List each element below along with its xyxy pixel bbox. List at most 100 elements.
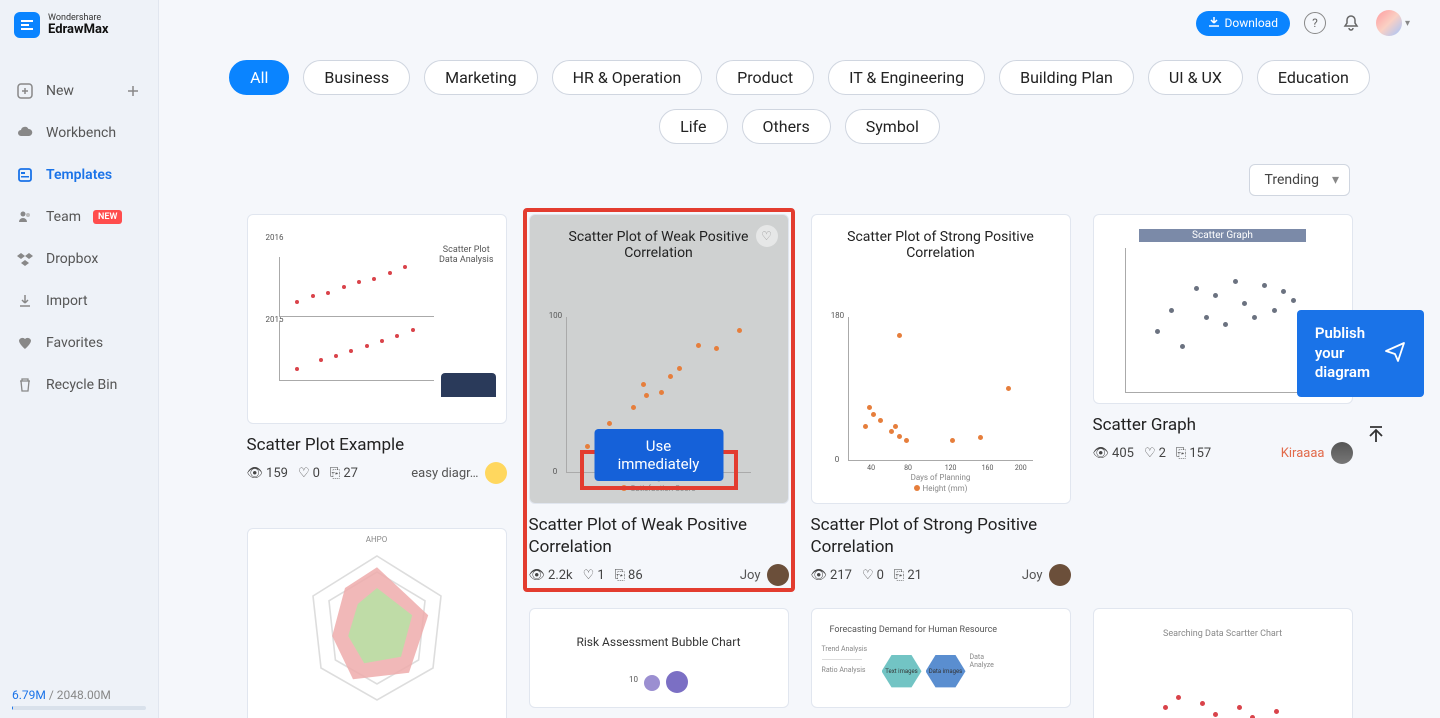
sidebar-item-favorites[interactable]: Favorites — [0, 322, 158, 364]
nav-label: Templates — [46, 167, 112, 183]
nav-label: Import — [46, 293, 88, 309]
download-button[interactable]: Download — [1196, 11, 1290, 36]
cat-education[interactable]: Education — [1257, 60, 1370, 95]
cat-hr[interactable]: HR & Operation — [552, 60, 703, 95]
card-meta: 👁405 ♡2 ⎘157 Kiraaaa — [1093, 442, 1353, 464]
author-name: Kiraaaa — [1281, 446, 1325, 461]
template-card[interactable]: Scatter Graph Scatter Graph 👁405 ♡2 ⎘157… — [1093, 214, 1353, 586]
sidebar-item-import[interactable]: Import — [0, 280, 158, 322]
send-icon — [1384, 340, 1406, 366]
cat-business[interactable]: Business — [303, 60, 410, 95]
sidebar: Wondershare EdrawMax New Workbench Templ… — [0, 0, 159, 718]
eye-icon: 👁 — [1093, 446, 1110, 461]
author-name: Joy — [1022, 568, 1043, 583]
nav-label: Team — [46, 209, 81, 225]
cat-all[interactable]: All — [229, 60, 289, 95]
download-icon — [1208, 16, 1220, 31]
sidebar-item-workbench[interactable]: Workbench — [0, 112, 158, 154]
heart-icon: ♡ — [583, 568, 595, 583]
author-name: easy diagr… — [411, 466, 478, 481]
card-meta: 👁159 ♡0 ⎘27 easy diagr… — [247, 462, 507, 484]
logo[interactable]: Wondershare EdrawMax — [0, 0, 158, 50]
thumb: Risk Assessment Bubble Chart 10 — [529, 608, 789, 708]
help-icon[interactable]: ? — [1304, 12, 1326, 34]
chevron-down-icon: ▾ — [1405, 18, 1410, 29]
thumb: ♡ Scatter Plot of Weak Positive Correlat… — [529, 214, 789, 504]
template-card[interactable]: Forecasting Demand for Human Resource Tr… — [811, 608, 1071, 718]
cat-symbol[interactable]: Symbol — [845, 109, 940, 144]
copy-icon: ⎘ — [1176, 446, 1186, 461]
nav-label: Workbench — [46, 125, 116, 141]
copy-icon: ⎘ — [894, 568, 904, 583]
heart-icon: ♡ — [862, 568, 874, 583]
bell-icon[interactable] — [1340, 12, 1362, 34]
thumb: Forecasting Demand for Human Resource Tr… — [811, 608, 1071, 708]
card-meta: 👁217 ♡0 ⎘21 Joy — [811, 564, 1071, 586]
card-title: Scatter Plot of Strong Positive Correlat… — [811, 514, 1071, 558]
badge-new: NEW — [93, 210, 122, 224]
trash-icon — [16, 376, 34, 394]
sort-select[interactable]: Trending — [1249, 164, 1350, 196]
thumb: AHPO — [247, 528, 507, 718]
copy-icon: ⎘ — [615, 568, 625, 583]
storage-bar — [12, 706, 146, 710]
cat-product[interactable]: Product — [716, 60, 814, 95]
template-icon — [16, 166, 34, 184]
eye-icon: 👁 — [811, 568, 828, 583]
plus-square-icon — [16, 82, 34, 100]
template-card[interactable]: AHPO — [247, 528, 507, 718]
heart-icon: ♡ — [298, 466, 310, 481]
template-card[interactable]: Scatter Plot of Strong Positive Correlat… — [811, 214, 1071, 586]
nav-list: New Workbench Templates Team NEW Dropbox… — [0, 70, 158, 680]
heart-icon — [16, 334, 34, 352]
sidebar-item-team[interactable]: Team NEW — [0, 196, 158, 238]
eye-icon: 👁 — [529, 568, 546, 583]
logo-icon — [14, 12, 40, 38]
sidebar-item-templates[interactable]: Templates — [0, 154, 158, 196]
scroll-top-button[interactable] — [1362, 420, 1390, 448]
cat-it[interactable]: IT & Engineering — [828, 60, 985, 95]
sidebar-item-dropbox[interactable]: Dropbox — [0, 238, 158, 280]
card-title: Scatter Graph — [1093, 414, 1353, 436]
heart-icon: ♡ — [1144, 446, 1156, 461]
author-avatar — [767, 564, 789, 586]
topbar: Download ? ▾ — [1166, 0, 1440, 46]
storage-indicator: 6.79M / 2048.00M — [0, 680, 158, 718]
download-label: Download — [1225, 16, 1278, 30]
copy-icon: ⎘ — [330, 466, 340, 481]
avatar — [1376, 10, 1402, 36]
thumb: Scatter Plot of Strong Positive Correlat… — [811, 214, 1071, 504]
eye-icon: 👁 — [247, 466, 264, 481]
template-card-highlighted[interactable]: ♡ Scatter Plot of Weak Positive Correlat… — [525, 210, 793, 590]
publish-label: Publishyourdiagram — [1315, 324, 1370, 383]
nav-label: Dropbox — [46, 251, 98, 267]
nav-label: New — [46, 83, 74, 99]
author-avatar — [485, 462, 507, 484]
sidebar-item-new[interactable]: New — [0, 70, 158, 112]
thumb: 2016 2015 Scatter Plot Data Analysis — [247, 214, 507, 424]
cat-others[interactable]: Others — [742, 109, 831, 144]
cloud-icon — [16, 124, 34, 142]
sidebar-item-recycle[interactable]: Recycle Bin — [0, 364, 158, 406]
storage-total: 2048.00M — [57, 688, 111, 702]
cat-life[interactable]: Life — [659, 109, 727, 144]
card-meta: 👁2.2k ♡1 ⎘86 Joy — [529, 564, 789, 586]
dropbox-icon — [16, 250, 34, 268]
storage-used: 6.79M — [12, 688, 46, 702]
cat-marketing[interactable]: Marketing — [424, 60, 537, 95]
sort-row: Trending — [159, 154, 1440, 196]
people-icon — [16, 208, 34, 226]
publish-diagram-button[interactable]: Publishyourdiagram — [1297, 310, 1424, 397]
main-content: Download ? ▾ All Business Marketing HR &… — [159, 0, 1440, 718]
nav-label: Recycle Bin — [46, 377, 117, 393]
cat-uiux[interactable]: UI & UX — [1148, 60, 1243, 95]
template-card[interactable]: Risk Assessment Bubble Chart 10 — [529, 608, 789, 718]
template-card[interactable]: Searching Data Scartter Chart Data Scatt… — [1093, 608, 1353, 718]
author-name: Joy — [740, 568, 761, 583]
author-avatar — [1049, 564, 1071, 586]
user-menu[interactable]: ▾ — [1376, 10, 1410, 36]
use-immediately-button[interactable]: Use immediately — [594, 429, 723, 481]
plus-icon[interactable] — [124, 82, 142, 100]
favorite-icon[interactable]: ♡ — [756, 225, 778, 247]
cat-building[interactable]: Building Plan — [999, 60, 1134, 95]
